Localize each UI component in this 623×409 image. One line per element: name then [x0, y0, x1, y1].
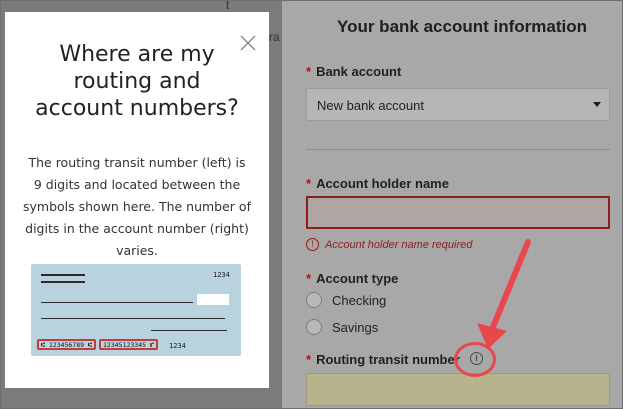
check-illustration: 1234 ⑆ 123456789 ⑆ 12345123345 ⑈ 1234: [31, 264, 241, 356]
modal-body: The routing transit number (left) is 9 d…: [23, 155, 251, 258]
arrow-shaft: [490, 239, 531, 330]
account-number-box: 12345123345 ⑈: [99, 339, 158, 350]
screenshot-frame: t ra Your bank account information * Bank…: [0, 0, 623, 409]
routing-number-box: ⑆ 123456789 ⑆: [37, 339, 96, 350]
highlight-circle: [454, 342, 496, 377]
modal-title: Where are my routing and account numbers…: [35, 42, 239, 121]
check-number-bottom: 1234: [169, 342, 186, 350]
check-number-top: 1234: [213, 271, 230, 279]
